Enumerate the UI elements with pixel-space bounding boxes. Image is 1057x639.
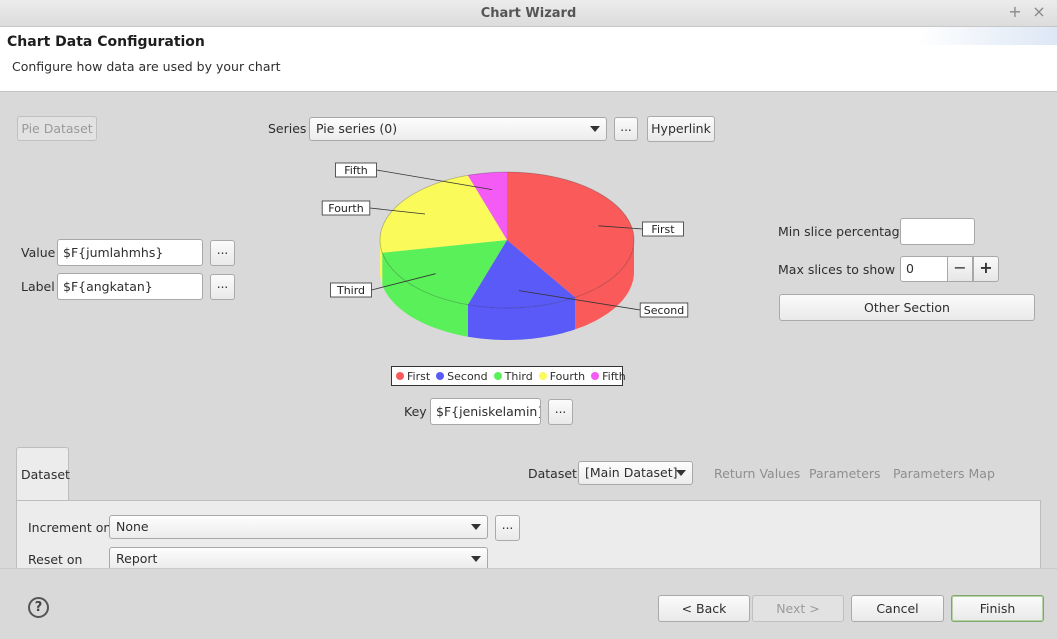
slice-label-box-third — [330, 282, 372, 298]
parameters-map-link[interactable]: Parameters Map — [893, 466, 995, 481]
reset-on-label: Reset on — [28, 552, 83, 567]
back-button[interactable]: < Back — [658, 595, 750, 622]
legend-label: Fourth — [549, 369, 586, 383]
legend-label: Third — [504, 369, 533, 383]
leader-line-third — [371, 273, 436, 291]
pie-slice-fourth — [379, 175, 507, 253]
series-label: Series — [268, 121, 307, 136]
slice-label-second: Second — [644, 304, 684, 317]
key-expression-field[interactable]: $F{jeniskelamin} + — [430, 398, 541, 425]
return-values-link[interactable]: Return Values — [714, 466, 800, 481]
slice-label-third: Third — [336, 284, 365, 297]
leader-line-fifth — [376, 169, 493, 190]
reset-on-selected: Report — [116, 551, 158, 566]
leader-line-first — [598, 225, 643, 230]
legend-swatch — [538, 372, 547, 380]
chevron-down-icon — [471, 556, 481, 562]
parameters-link[interactable]: Parameters — [809, 466, 881, 481]
legend-swatch — [591, 372, 600, 380]
dataset-selected: [Main Dataset] — [585, 465, 678, 480]
legend-item-fourth: Fourth — [538, 369, 586, 383]
chevron-down-icon — [471, 524, 481, 530]
dataset-select[interactable]: [Main Dataset] — [578, 461, 693, 485]
slice-label-fourth: Fourth — [328, 202, 363, 215]
pie-side-fourth — [380, 240, 383, 285]
legend-label: Fifth — [602, 369, 626, 383]
leader-line-fourth — [369, 207, 426, 215]
pie-slice-fifth — [467, 171, 507, 240]
window-title: Chart Wizard — [480, 6, 577, 21]
pie-dataset-button[interactable]: Pie Dataset — [17, 116, 97, 141]
legend-item-third: Third — [493, 369, 533, 383]
series-select[interactable]: Pie series (0) — [309, 117, 607, 141]
increment-button[interactable]: + — [973, 256, 999, 282]
chevron-down-icon — [590, 126, 600, 132]
increment-on-select[interactable]: None — [109, 515, 488, 539]
wizard-header: Chart Data Configuration Configure how d… — [0, 27, 1057, 92]
series-selected: Pie series (0) — [316, 121, 398, 136]
key-more-button[interactable]: ... — [548, 399, 573, 425]
pie-slice-first — [507, 171, 635, 298]
value-more-button[interactable]: ... — [210, 240, 235, 266]
legend-swatch — [493, 372, 502, 380]
chevron-down-icon — [676, 470, 686, 476]
pie-side-second — [467, 297, 576, 340]
legend-swatch — [396, 372, 404, 380]
maximize-icon[interactable]: + — [1006, 3, 1024, 21]
legend-item-second: Second — [436, 369, 488, 383]
legend-label: First — [407, 369, 431, 383]
increment-on-selected: None — [116, 519, 149, 534]
key-label: Key — [404, 404, 427, 419]
series-more-button[interactable]: ... — [614, 117, 638, 141]
label-expression-field[interactable]: $F{angkatan} — [57, 273, 203, 300]
label-label: Label — [21, 279, 55, 294]
page-description: Configure how data are used by your char… — [12, 59, 281, 74]
decrement-button[interactable]: − — [947, 256, 973, 282]
next-button[interactable]: Next > — [752, 595, 844, 622]
label-more-button[interactable]: ... — [210, 274, 235, 300]
slice-label-first: First — [651, 223, 675, 236]
tab-dataset[interactable]: Dataset — [16, 447, 70, 500]
pie-rim — [379, 171, 635, 309]
close-icon[interactable]: × — [1030, 3, 1048, 21]
finish-button[interactable]: Finish — [951, 595, 1044, 622]
chart-legend: First Second Third Fourth Fifth — [391, 366, 626, 386]
legend-item-fifth: Fifth — [591, 370, 626, 383]
tab-dataset-label: Dataset — [21, 467, 70, 482]
value-label: Value — [21, 245, 56, 260]
value-expression-field[interactable]: $F{jumlahmhs} — [57, 239, 203, 266]
legend-label: Second — [447, 369, 488, 383]
legend-swatch — [436, 372, 445, 380]
help-icon[interactable]: ? — [28, 597, 49, 618]
pie-slice-second — [467, 240, 576, 309]
pie-side-first — [575, 240, 634, 330]
slice-label-fifth: Fifth — [344, 164, 368, 177]
max-slices-label: Max slices to show — [778, 262, 896, 277]
leader-line-second — [518, 290, 641, 311]
footer-separator — [0, 568, 1057, 569]
cancel-button[interactable]: Cancel — [851, 595, 944, 622]
reset-on-select[interactable]: Report — [109, 547, 488, 568]
legend-item-first: First — [396, 370, 430, 383]
page-title: Chart Data Configuration — [7, 34, 205, 50]
increment-more-button[interactable]: ... — [495, 515, 520, 541]
slice-label-box-first — [642, 221, 684, 237]
header-decoration — [917, 27, 1057, 45]
max-slices-input[interactable]: 0 — [900, 256, 948, 282]
pie-slice-third — [382, 240, 507, 305]
window-titlebar: Chart Wizard + × — [0, 0, 1057, 27]
min-slice-label: Min slice percentage — [778, 224, 908, 239]
dataset-label: Dataset — [528, 466, 577, 481]
increment-on-label: Increment on — [28, 520, 112, 535]
slice-label-box-second — [639, 302, 689, 318]
min-slice-input[interactable] — [900, 218, 975, 245]
slice-label-box-fifth — [335, 162, 377, 178]
other-section-button[interactable]: Other Section — [779, 294, 1035, 321]
pie-side-third — [382, 252, 468, 337]
hyperlink-button[interactable]: Hyperlink — [647, 116, 715, 142]
slice-label-box-fourth — [321, 200, 371, 216]
